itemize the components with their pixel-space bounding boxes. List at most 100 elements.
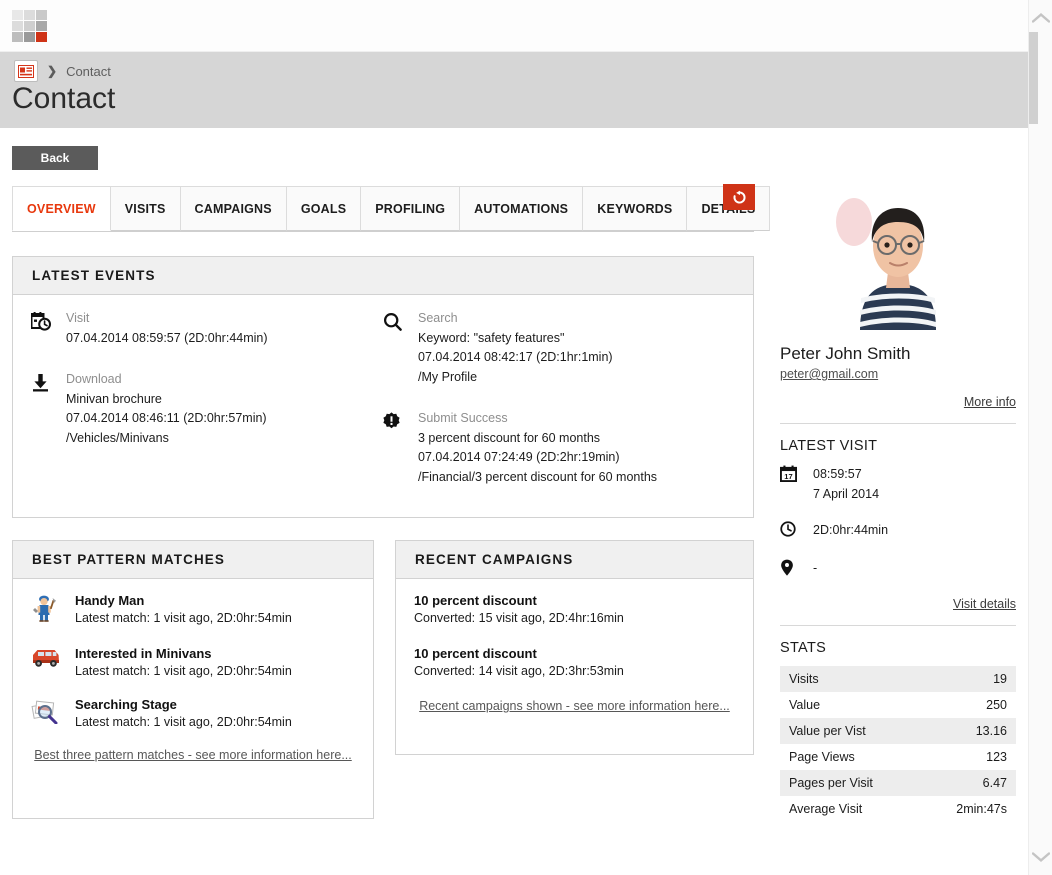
event-line: Minivan brochure (66, 391, 162, 406)
event-line: 07.04.2014 08:46:11 (2D:0hr:57min) (66, 411, 267, 425)
refresh-icon (732, 190, 746, 204)
event-item: Visit 07.04.2014 08:59:57 (2D:0hr:44min) (30, 309, 383, 348)
stats-label: Average Visit (789, 802, 863, 816)
latest-visit-duration: 2D:0hr:44min (813, 523, 889, 537)
pattern-matches-title: BEST PATTERN MATCHES (13, 541, 373, 579)
app-logo[interactable] (12, 10, 47, 42)
stats-row: Average Visit 2min:47s (780, 796, 1016, 822)
minivan-icon (31, 646, 61, 674)
contact-card-icon[interactable] (14, 60, 38, 82)
campaign-item[interactable]: 10 percent discount Converted: 14 visit a… (414, 646, 735, 678)
stats-label: Pages per Visit (789, 776, 873, 790)
tab-visits[interactable]: VISITS (110, 186, 181, 231)
logo-cell-7 (24, 32, 35, 42)
tab-overview[interactable]: OVERVIEW (12, 186, 111, 231)
logo-cell-0 (12, 10, 23, 20)
campaign-item[interactable]: 10 percent discount Converted: 15 visit a… (414, 593, 735, 625)
tab-campaigns[interactable]: CAMPAIGNS (180, 186, 287, 231)
stats-row: Pages per Visit 6.47 (780, 770, 1016, 796)
page-root: ❯ Contact Contact Back OVERVIEW VISITS CAM… (0, 0, 1052, 875)
stats-value: 13.16 (975, 724, 1007, 738)
pattern-match-title: Interested in Minivans (75, 646, 212, 661)
tab-automations[interactable]: AUTOMATIONS (460, 186, 584, 231)
campaign-subtitle: Converted: 14 visit ago, 2D:3hr:53min (414, 664, 624, 678)
latest-events-panel: LATEST EVENTS Visit 07.04.2014 08:59:57 (… (12, 256, 754, 518)
campaign-title: 10 percent discount (414, 593, 537, 608)
scroll-down-button[interactable] (1029, 845, 1052, 869)
refresh-button[interactable] (723, 184, 755, 210)
calendar-day-number: 17 (784, 472, 792, 481)
pattern-match-item[interactable]: Handy Man Latest match: 1 visit ago, 2D:0… (31, 593, 355, 627)
event-line: /Financial/3 percent discount for 60 mon… (418, 469, 658, 484)
scrollbar-thumb[interactable] (1029, 32, 1038, 124)
event-body: Search Keyword: "safety features" 07.04.20… (418, 309, 613, 387)
event-type: Download (66, 372, 122, 386)
more-info-link[interactable]: More info (780, 395, 1016, 409)
contact-email[interactable]: peter@gmail.com (780, 367, 878, 381)
pattern-matches-panel: BEST PATTERN MATCHES Handy Man Latest mat… (12, 540, 374, 819)
event-line: Keyword: "safety features" (418, 330, 565, 345)
location-pin-icon (780, 558, 800, 581)
stats-label: Value per Vist (789, 724, 866, 738)
chevron-down-icon (1032, 852, 1050, 862)
stats-label: Value (789, 698, 821, 712)
divider (780, 625, 1016, 626)
pattern-match-item[interactable]: Searching Stage Latest match: 1 visit ago… (31, 697, 355, 729)
event-item: Submit Success 3 percent discount for 60 … (383, 409, 735, 487)
logo-cell-6 (12, 32, 23, 42)
pattern-match-title: Searching Stage (75, 697, 177, 712)
event-type: Submit Success (418, 411, 508, 425)
event-body: Visit 07.04.2014 08:59:57 (2D:0hr:44min) (66, 309, 268, 348)
stats-label: Page Views (789, 750, 855, 764)
page-header-band: ❯ Contact Contact (0, 52, 1028, 128)
campaign-title: 10 percent discount (414, 646, 537, 661)
stats-row: Value 250 (780, 692, 1016, 718)
back-button[interactable]: Back (12, 146, 98, 170)
stats-value: 123 (986, 750, 1007, 764)
latest-events-body: Visit 07.04.2014 08:59:57 (2D:0hr:44min) D… (13, 295, 753, 525)
magnifier-papers-icon (31, 697, 61, 729)
stats-row: Value per Vist 13.16 (780, 718, 1016, 744)
breadcrumb: ❯ Contact (14, 60, 111, 82)
recent-campaigns-body: 10 percent discount Converted: 15 visit a… (396, 579, 753, 729)
recent-campaigns-title: RECENT CAMPAIGNS (396, 541, 753, 579)
pattern-match-item[interactable]: Interested in Minivans Latest match: 1 vi… (31, 646, 355, 678)
stats-value: 2min:47s (956, 802, 1007, 816)
stats-value: 6.47 (982, 776, 1007, 790)
events-left-column: Visit 07.04.2014 08:59:57 (2D:0hr:44min) D… (30, 309, 383, 509)
chevron-up-icon (1032, 13, 1050, 23)
visit-details-link[interactable]: Visit details (780, 597, 1016, 611)
stats-value: 250 (986, 698, 1007, 712)
badge-alert-icon (383, 409, 405, 487)
page-scrollbar[interactable] (1028, 0, 1052, 875)
logo-cell-3 (12, 21, 23, 31)
recent-campaigns-more-link[interactable]: Recent campaigns shown - see more inform… (414, 699, 735, 713)
tab-goals[interactable]: GOALS (286, 186, 362, 231)
logo-cell-2 (36, 10, 47, 20)
latest-visit-location: - (813, 561, 818, 575)
tab-profiling[interactable]: PROFILING (361, 186, 461, 231)
pattern-match-subtitle: Latest match: 1 visit ago, 2D:0hr:54min (75, 611, 292, 625)
divider (780, 423, 1016, 424)
contact-sidebar: Peter John Smith peter@gmail.com More in… (780, 180, 1016, 822)
event-item: Search Keyword: "safety features" 07.04.20… (383, 309, 735, 387)
latest-visit-time: 08:59:57 (813, 467, 862, 481)
avatar (780, 180, 1016, 330)
stats-table: Visits 19 Value 250 Value per Vist 13.16 Page … (780, 666, 1016, 822)
event-line: /My Profile (418, 369, 478, 384)
event-type: Visit (66, 311, 90, 325)
event-item: Download Minivan brochure 07.04.2014 08:46… (31, 370, 383, 448)
stats-title: STATS (780, 640, 827, 656)
scroll-up-button[interactable] (1029, 6, 1052, 30)
breadcrumb-current[interactable]: Contact (66, 64, 111, 79)
tab-keywords[interactable]: KEYWORDS (583, 186, 688, 231)
clock-icon (780, 520, 800, 542)
pattern-matches-more-link[interactable]: Best three pattern matches - see more in… (31, 748, 355, 762)
tab-bar: OVERVIEW VISITS CAMPAIGNS GOALS PROFILING AUT… (12, 186, 771, 232)
handyman-icon (31, 593, 61, 627)
event-line: /Vehicles/Minivans (66, 430, 169, 445)
event-line: 07.04.2014 07:24:49 (2D:2hr:19min) (418, 450, 620, 464)
pattern-match-title: Handy Man (75, 593, 145, 608)
stats-label: Visits (789, 672, 819, 686)
logo-cell-5 (36, 21, 47, 31)
